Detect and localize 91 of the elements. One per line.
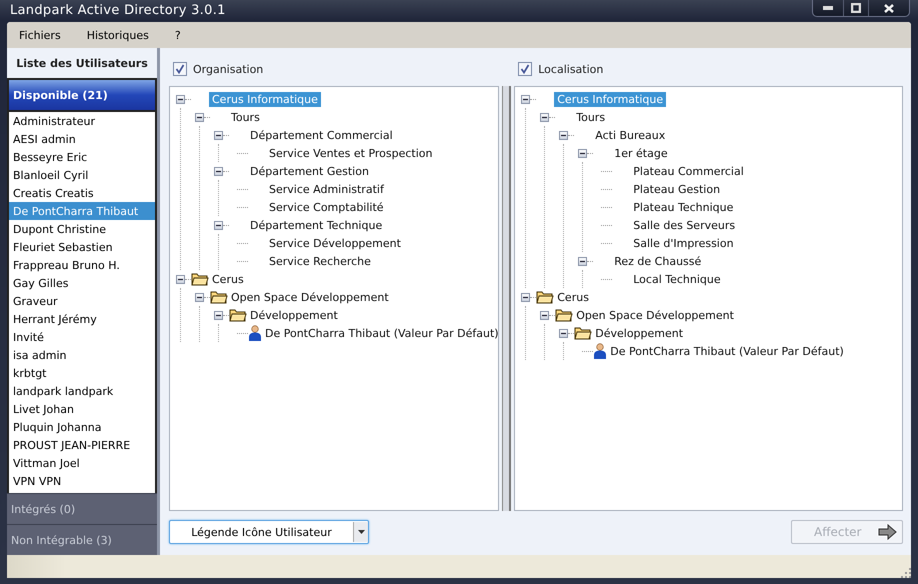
collapse-toggle[interactable] — [214, 166, 223, 176]
tree-node[interactable]: Cerus — [209, 272, 247, 286]
collapse-toggle[interactable] — [195, 292, 204, 302]
folder-icon — [229, 308, 247, 322]
tree-node[interactable]: Open Space Développement — [573, 308, 737, 322]
resize-grip-icon — [901, 568, 911, 578]
user-item[interactable]: PROUST JEAN-PIERRE — [9, 436, 155, 454]
collapse-toggle[interactable] — [559, 130, 568, 140]
tree-node[interactable]: Salle d'Impression — [630, 236, 737, 250]
tree-node[interactable]: Cerus — [554, 290, 592, 304]
tree-node[interactable]: Service Administratif — [266, 182, 387, 196]
tree-node[interactable]: Open Space Développement — [228, 290, 392, 304]
tree-node[interactable]: Plateau Technique — [630, 200, 736, 214]
collapse-toggle[interactable] — [540, 310, 550, 320]
user-item[interactable]: Graveur — [9, 292, 155, 310]
folder-icon — [555, 308, 574, 322]
tree-node[interactable]: De PontCharra Thibaut (Valeur Par Défaut) — [607, 344, 847, 358]
caret-icon — [353, 522, 368, 542]
collapse-toggle[interactable] — [540, 112, 550, 122]
collapse-toggle[interactable] — [578, 256, 588, 266]
user-item[interactable]: Pluquin Johanna — [9, 418, 155, 436]
user-item[interactable]: Invité — [9, 328, 155, 346]
close-icon — [884, 4, 894, 12]
user-item[interactable]: Administrateur — [9, 112, 155, 130]
tree-node[interactable]: Plateau Gestion — [630, 182, 724, 196]
user-item[interactable]: Vittman Joel — [9, 454, 155, 472]
user-item[interactable]: isa admin — [9, 346, 155, 364]
checkbox-label: Localisation — [538, 62, 604, 76]
checkbox-label: Organisation — [193, 62, 264, 76]
menu-item[interactable]: ? — [174, 28, 207, 42]
maximize-icon — [851, 3, 861, 13]
tree-node[interactable]: Service Comptabilité — [266, 200, 387, 214]
tree-node[interactable]: De PontCharra Thibaut (Valeur Par Défaut) — [262, 326, 498, 340]
collapse-toggle[interactable] — [214, 310, 223, 320]
collapse-toggle[interactable] — [559, 328, 568, 338]
user-item[interactable]: landpark landpark — [9, 382, 155, 400]
menu-item[interactable]: Fichiers — [19, 28, 87, 42]
tree-node[interactable]: Plateau Commercial — [630, 164, 747, 178]
tree-node[interactable]: Service Développement — [266, 236, 404, 250]
tree-node[interactable]: Développement — [592, 326, 686, 340]
tree-node[interactable]: Service Ventes et Prospection — [266, 146, 436, 160]
user-item[interactable]: AESI admin — [9, 130, 155, 148]
collapse-toggle[interactable] — [195, 112, 204, 122]
collapse-toggle[interactable] — [521, 94, 530, 104]
splitter[interactable] — [502, 86, 512, 511]
tree-node[interactable]: Local Technique — [630, 272, 724, 286]
checkbox[interactable] — [518, 62, 532, 76]
collapse-toggle[interactable] — [214, 130, 223, 140]
folder-icon — [210, 290, 228, 304]
tree-node[interactable]: Rez de Chaussé — [611, 254, 704, 268]
user-icon — [593, 343, 608, 359]
user-item[interactable]: Herrant Jérémy — [9, 310, 155, 328]
user-item[interactable]: krbtgt — [9, 364, 155, 382]
minimize-icon — [823, 6, 833, 10]
user-item[interactable]: VPN VPN — [9, 472, 155, 490]
collapse-toggle[interactable] — [521, 292, 530, 302]
collapse-toggle[interactable] — [214, 220, 223, 230]
tree-node[interactable]: Département Technique — [247, 218, 386, 232]
user-item[interactable]: Blanloeil Cyril — [9, 166, 155, 184]
tree-node[interactable]: Tours — [573, 110, 608, 124]
folder-icon — [536, 290, 554, 304]
menu-item[interactable]: Historiques — [86, 28, 175, 42]
group-header[interactable]: Disponible (21) — [7, 78, 157, 112]
tree-node[interactable]: Salle des Serveurs — [630, 218, 738, 232]
tree-node[interactable]: Développement — [247, 308, 341, 322]
collapse-toggle[interactable] — [176, 94, 185, 104]
arrow-icon — [878, 524, 898, 540]
checkbox[interactable] — [173, 62, 187, 76]
folder-icon — [191, 272, 209, 286]
tree-node[interactable]: Tours — [228, 110, 263, 124]
tree-node[interactable]: Département Commercial — [247, 128, 396, 142]
group-header[interactable]: Intégrés (0) — [7, 493, 157, 524]
tree-node[interactable]: 1er étage — [611, 146, 671, 160]
user-item[interactable]: Livet Johan — [9, 400, 155, 418]
folder-icon — [574, 326, 592, 340]
group-header[interactable]: Non Intégrable (3) — [7, 524, 157, 555]
sidebar-title: Liste des Utilisateurs — [15, 56, 149, 72]
collapse-toggle[interactable] — [176, 274, 185, 284]
user-item[interactable]: Creatis Creatis — [9, 184, 155, 202]
user-item[interactable]: Gay Gilles — [9, 274, 155, 292]
tree-node[interactable]: Acti Bureaux — [592, 128, 668, 142]
user-item[interactable]: Frappreau Bruno H. — [9, 256, 155, 274]
window-title: Landpark Active Directory 3.0.1 — [9, 2, 226, 18]
user-item[interactable]: Besseyre Eric — [9, 148, 155, 166]
tree-node[interactable]: Département Gestion — [247, 164, 372, 178]
legend-dropdown[interactable]: Légende Icône Utilisateur — [169, 520, 369, 544]
user-item[interactable]: Dupont Christine — [9, 220, 155, 238]
user-icon — [248, 325, 262, 341]
tree-node[interactable]: Service Recherche — [266, 254, 374, 268]
collapse-toggle[interactable] — [578, 148, 588, 158]
user-item[interactable]: Fleuriet Sebastien — [9, 238, 155, 256]
